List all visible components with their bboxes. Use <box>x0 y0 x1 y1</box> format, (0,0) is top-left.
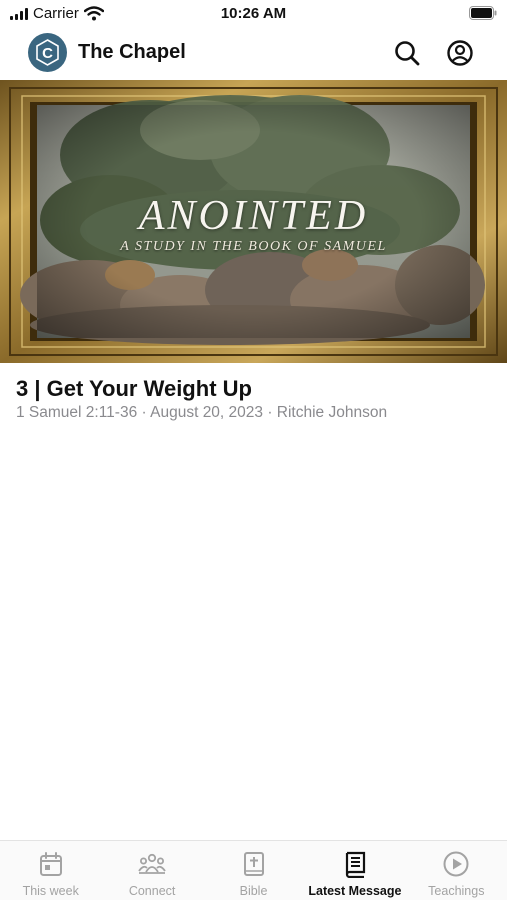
sermon-artwork[interactable]: ANOINTED A STUDY IN THE BOOK OF SAMUEL <box>0 80 507 363</box>
play-icon <box>443 851 469 877</box>
tab-connect[interactable]: Connect <box>101 841 202 900</box>
series-subtitle: A STUDY IN THE BOOK OF SAMUEL <box>120 239 387 254</box>
people-icon <box>138 853 166 874</box>
series-title: ANOINTED <box>138 193 369 239</box>
tab-label: Bible <box>239 884 268 898</box>
app-logo[interactable]: C <box>28 33 67 72</box>
message-meta: 1 Samuel 2:11-36 · August 20, 2023 · Rit… <box>16 404 388 421</box>
app-title: The Chapel <box>78 41 186 63</box>
tab-bible[interactable]: Bible <box>203 841 304 900</box>
tab-latest-message[interactable]: Latest Message <box>304 841 405 900</box>
tab-bar: This week Connect Bible Latest Message T… <box>0 840 507 900</box>
message-title[interactable]: 3 | Get Your Weight Up <box>16 376 252 402</box>
book-icon <box>345 851 366 878</box>
battery-icon <box>469 6 497 25</box>
calendar-icon <box>39 852 62 876</box>
logo-hexagon-icon: C <box>36 39 59 66</box>
tab-teachings[interactable]: Teachings <box>406 841 507 900</box>
search-icon[interactable] <box>393 39 421 67</box>
profile-icon[interactable] <box>446 39 474 67</box>
tab-label: Latest Message <box>308 884 402 898</box>
tab-label: Connect <box>128 884 176 898</box>
tab-label: This week <box>22 884 79 898</box>
tab-label: Teachings <box>428 884 485 898</box>
status-bar: Carrier 10:26 AM <box>0 0 507 28</box>
status-time: 10:26 AM <box>220 5 287 22</box>
logo-letter: C <box>42 45 53 62</box>
app-header: C The Chapel <box>0 28 507 78</box>
bible-icon <box>243 852 264 876</box>
tab-this-week[interactable]: This week <box>0 841 101 900</box>
